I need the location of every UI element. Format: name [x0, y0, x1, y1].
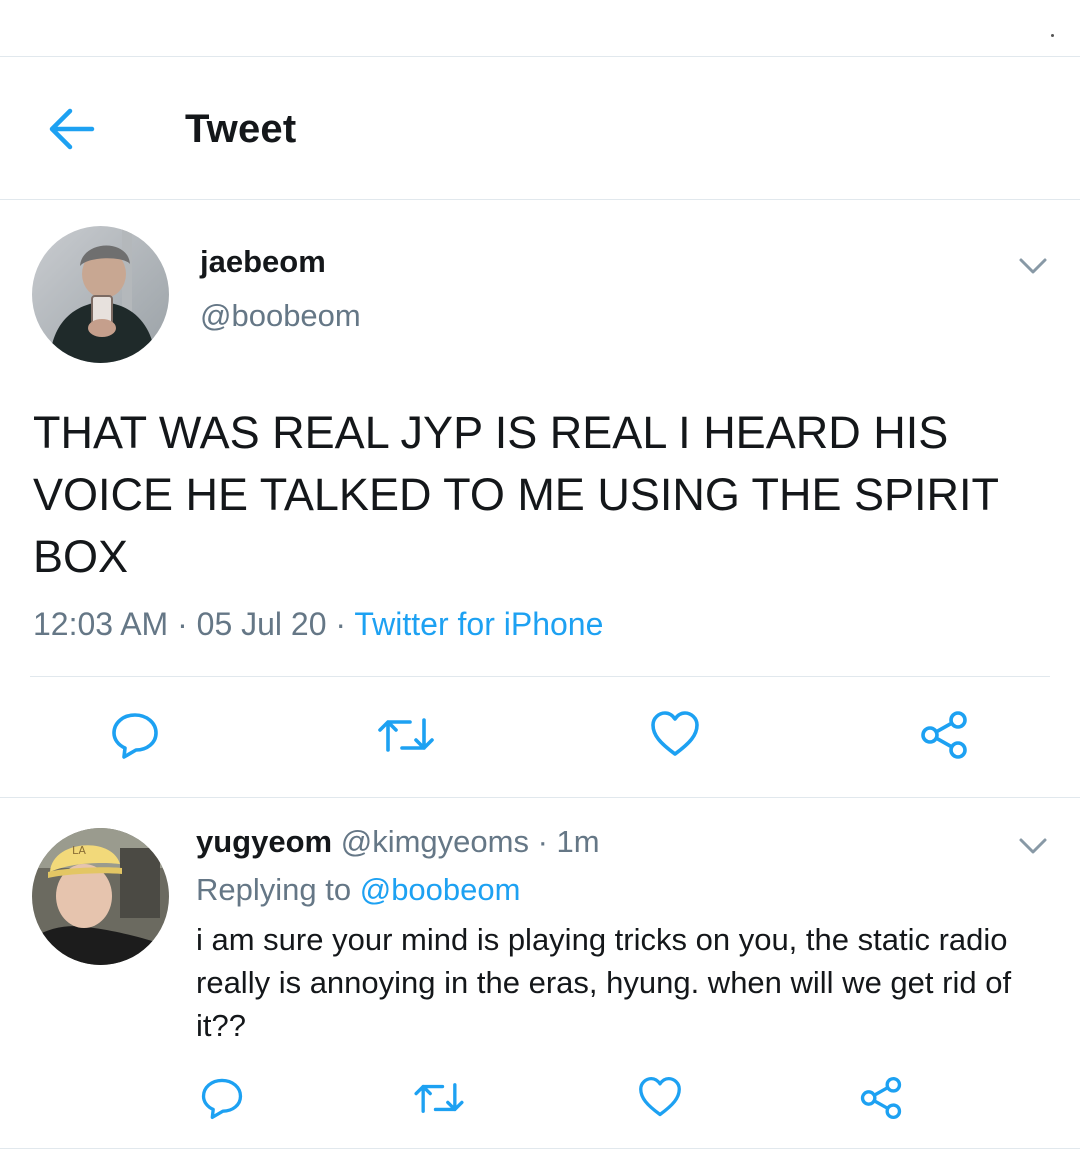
share-icon: [860, 1076, 902, 1120]
reply-icon: [112, 713, 158, 759]
avatar[interactable]: LA: [32, 828, 169, 965]
divider: [30, 676, 1050, 677]
avatar[interactable]: [32, 226, 169, 363]
reply-separator: ·: [528, 824, 557, 859]
like-button[interactable]: [650, 710, 700, 763]
chevron-down-icon: [1019, 258, 1047, 274]
status-dot: [1051, 34, 1054, 37]
meta-separator: ·: [168, 606, 197, 642]
tweet-actions: [0, 710, 1080, 760]
share-button[interactable]: [918, 710, 970, 765]
author-handle[interactable]: @boobeom: [200, 298, 361, 334]
reply-author-name[interactable]: yugyeom: [196, 824, 332, 859]
replying-to: Replying to @boobeom: [196, 872, 520, 908]
tweet-date: 05 Jul 20: [196, 606, 327, 642]
reply-icon: [201, 1078, 243, 1120]
tweet-meta: 12:03 AM · 05 Jul 20 · Twitter for iPhon…: [33, 606, 603, 643]
main-tweet: jaebeom @boobeom THAT WAS REAL JYP IS RE…: [0, 200, 1080, 798]
retweet-button[interactable]: [414, 1076, 464, 1125]
reply-tweet[interactable]: LA yugyeom @kimgyeoms · 1m Replying to @…: [0, 798, 1080, 1149]
tweet-header: Tweet: [0, 57, 1080, 200]
tweet-time: 12:03 AM: [33, 606, 169, 642]
tweet-source-link[interactable]: Twitter for iPhone: [354, 606, 603, 642]
retweet-button[interactable]: [378, 710, 434, 765]
chevron-down-icon: [1019, 838, 1047, 854]
retweet-icon: [378, 718, 434, 752]
like-icon: [651, 711, 699, 756]
share-icon: [921, 711, 967, 759]
meta-separator: ·: [326, 606, 355, 642]
like-button[interactable]: [638, 1076, 682, 1123]
reply-text: i am sure your mind is playing tricks on…: [196, 922, 1012, 1043]
more-options-button[interactable]: [1018, 836, 1048, 861]
back-button[interactable]: [46, 107, 96, 156]
more-options-button[interactable]: [1018, 256, 1048, 281]
status-bar: [0, 0, 1080, 57]
author-name[interactable]: jaebeom: [200, 244, 326, 280]
reply-button[interactable]: [200, 1076, 244, 1125]
page-title: Tweet: [185, 107, 297, 151]
svg-text:LA: LA: [72, 844, 86, 857]
reply-header: yugyeom @kimgyeoms · 1m: [196, 824, 600, 860]
retweet-icon: [414, 1083, 464, 1113]
reply-button[interactable]: [110, 710, 160, 765]
arrow-left-icon: [49, 108, 95, 150]
reply-actions: [0, 1076, 1080, 1120]
reply-age: 1m: [556, 824, 600, 859]
share-button[interactable]: [858, 1076, 904, 1125]
replying-prefix: Replying to: [196, 872, 360, 907]
reply-author-handle[interactable]: @kimgyeoms: [341, 824, 529, 859]
like-icon: [639, 1076, 681, 1117]
tweet-text: THAT WAS REAL JYP IS REAL I HEARD HIS VO…: [33, 407, 999, 582]
mention-link[interactable]: @boobeom: [360, 872, 521, 907]
